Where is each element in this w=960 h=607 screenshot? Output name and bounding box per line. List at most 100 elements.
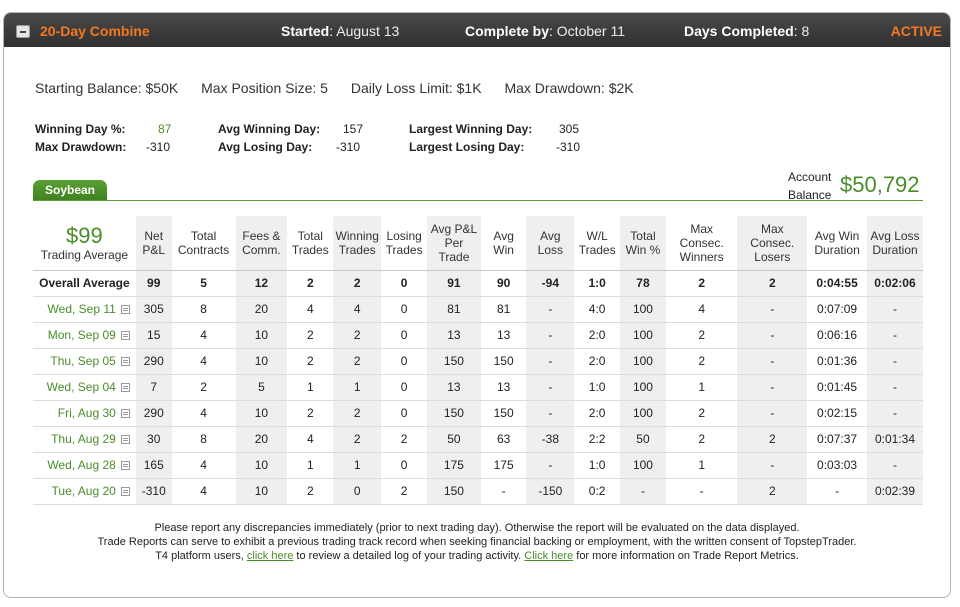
table-header-row: $99 Trading Average Net P&L Total Contrac… <box>33 216 923 270</box>
table-cell: 0 <box>333 477 382 505</box>
table-cell: 2:0 <box>574 399 621 426</box>
table-cell: 7 <box>135 373 172 400</box>
table-cell: 2 <box>665 269 738 296</box>
table-cell: 175 <box>480 451 527 478</box>
table-cell: 2 <box>381 425 428 452</box>
table-cell: 150 <box>427 399 481 426</box>
report-icon[interactable] <box>120 305 130 315</box>
table-cell: - <box>737 451 808 478</box>
report-icon[interactable] <box>120 383 130 393</box>
table-cell: 2 <box>381 477 428 505</box>
stats-col-1: Winning Day %: Max Drawdown: <box>35 121 126 157</box>
table-cell: 4 <box>171 321 236 348</box>
table-cell: 150 <box>427 477 481 505</box>
stats-col-3: Largest Winning Day: Largest Losing Day: <box>409 121 532 157</box>
table-cell: - <box>526 451 575 478</box>
report-icon[interactable] <box>120 331 130 341</box>
table-cell: 2:0 <box>574 321 621 348</box>
table-cell: 0:01:34 <box>866 425 923 452</box>
table-cell: 2:0 <box>574 347 621 374</box>
table-cell: 0 <box>381 451 428 478</box>
combine-title: 20-Day Combine <box>40 23 150 39</box>
table-cell: 2 <box>665 399 738 426</box>
days-completed-field: Days Completed: 8 <box>684 23 810 39</box>
table-cell: - <box>866 399 923 426</box>
table-cell: -150 <box>526 477 575 505</box>
table-cell: 8 <box>171 425 236 452</box>
table-cell: 2 <box>333 347 382 374</box>
report-icon[interactable] <box>120 487 130 497</box>
largest-winning-day-value: 305 <box>559 122 580 136</box>
table-cell: - <box>737 321 808 348</box>
started-field: Started: August 13 <box>281 23 400 39</box>
table-row: Wed, Sep 11 305 8 20 4 4 0 81 81-4:0 100 4-0:07:09… <box>33 295 923 322</box>
largest-losing-day-value: -310 <box>556 140 581 154</box>
largest-winning-day-label: Largest Winning Day: <box>409 122 533 136</box>
table-cell: 50 <box>620 425 666 452</box>
table-cell: 4 <box>333 295 382 322</box>
report-icon[interactable] <box>120 461 130 471</box>
trade-report-metrics-link[interactable]: Click here <box>524 550 573 562</box>
max-position-size: Max Position Size: 5 <box>201 80 328 96</box>
table-cell: -38 <box>526 425 575 452</box>
date-cell: Tue, Aug 20 <box>33 477 136 505</box>
date-link[interactable]: Wed, Aug 28 <box>47 458 116 472</box>
table-cell: - <box>737 373 808 400</box>
report-icon[interactable] <box>120 435 130 445</box>
date-link[interactable]: Wed, Sep 04 <box>47 380 116 394</box>
max-drawdown-label: Max Drawdown: <box>35 140 127 154</box>
table-cell: 100 <box>620 451 666 478</box>
collapse-icon[interactable] <box>16 25 30 38</box>
table-cell: 100 <box>620 399 666 426</box>
table-cell: 165 <box>135 451 172 478</box>
table-cell: - <box>737 295 808 322</box>
date-link[interactable]: Thu, Aug 29 <box>51 432 116 446</box>
date-link[interactable]: Mon, Sep 09 <box>48 328 116 342</box>
stats-col-2: Avg Winning Day: Avg Losing Day: <box>218 121 320 157</box>
footer-line-2: Trade Reports can serve to exhibit a pre… <box>97 536 857 548</box>
column-header: Total Win % <box>625 228 661 257</box>
table-cell: 0:04:55 <box>807 269 867 296</box>
table-cell: 2 <box>287 347 334 374</box>
table-cell: - <box>737 347 808 374</box>
table-cell: 2 <box>333 269 382 296</box>
table-cell: 1 <box>665 451 738 478</box>
report-icon[interactable] <box>120 357 130 367</box>
column-header: Avg Win <box>493 228 514 257</box>
table-cell: 150 <box>480 347 527 374</box>
table-cell: 100 <box>620 295 666 322</box>
tab-soybean[interactable]: Soybean <box>33 180 107 201</box>
table-cell: 2 <box>287 399 334 426</box>
winning-day-pct-label: Winning Day %: <box>35 122 126 136</box>
click-here-link[interactable]: click here <box>247 550 293 562</box>
table-cell: 2 <box>737 425 808 452</box>
table-cell: - <box>526 347 575 374</box>
table-cell: 0 <box>381 373 428 400</box>
report-icon[interactable] <box>120 409 130 419</box>
table-cell: 2 <box>333 425 382 452</box>
table-cell: 5 <box>235 373 288 400</box>
table-cell: - <box>866 373 923 400</box>
table-cell: 1 <box>287 451 334 478</box>
table-cell: - <box>737 399 808 426</box>
trading-average: $99 Trading Average <box>40 222 129 262</box>
column-header: Winning Trades <box>335 228 379 257</box>
date-link[interactable]: Thu, Sep 05 <box>50 354 115 368</box>
account-balance-label: Account Balance <box>788 170 832 202</box>
avg-losing-day-value: -310 <box>336 140 361 154</box>
table-cell: 0:03:03 <box>807 451 867 478</box>
table-cell: 4 <box>665 295 738 322</box>
column-header: Avg Win Duration <box>814 228 860 257</box>
date-link[interactable]: Tue, Aug 20 <box>52 484 116 498</box>
table-cell: 13 <box>427 321 481 348</box>
date-link[interactable]: Wed, Sep 11 <box>48 302 116 316</box>
table-cell: 4 <box>171 451 236 478</box>
table-cell: 50 <box>427 425 481 452</box>
table-cell: 1 <box>665 373 738 400</box>
column-header: Losing Trades <box>385 228 423 257</box>
table-cell: -94 <box>526 269 575 296</box>
date-link[interactable]: Fri, Aug 30 <box>58 406 116 420</box>
footer-line-1: Please report any discrepancies immediat… <box>154 522 800 534</box>
table-cell: 0 <box>381 399 428 426</box>
date-cell: Wed, Aug 28 <box>33 451 136 478</box>
